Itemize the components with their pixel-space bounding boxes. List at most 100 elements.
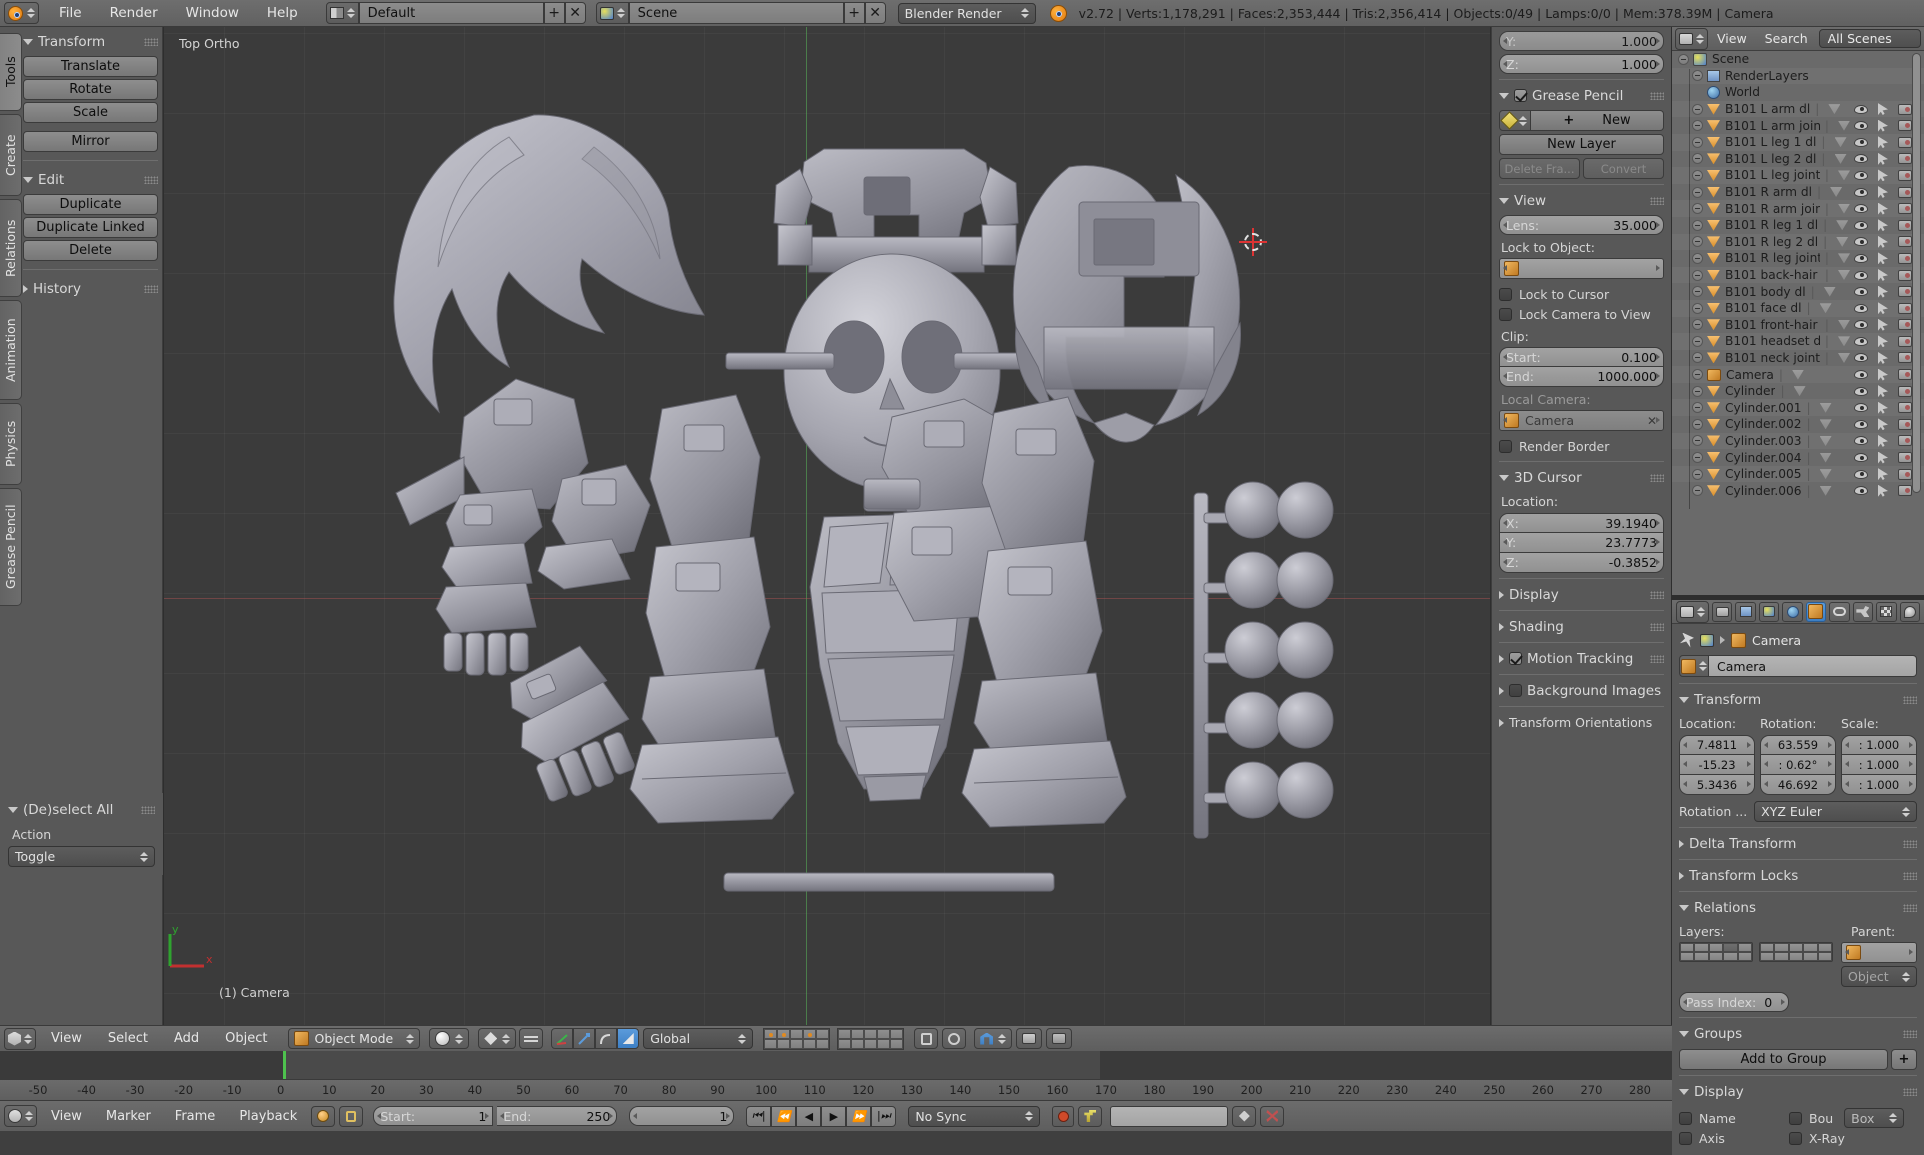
scale-y-field[interactable]: Y: 1.000 [1499, 31, 1664, 51]
outliner-row[interactable]: Cylinder | [1672, 383, 1924, 400]
object-name-value[interactable]: Camera [1709, 655, 1917, 677]
outliner-row[interactable]: B101 neck joint dl | [1672, 350, 1924, 367]
outliner-row[interactable]: B101 R leg 1 dl | [1672, 217, 1924, 234]
mesh-data-icon[interactable] [1838, 120, 1850, 131]
grease-pencil-convert-button[interactable]: Convert [1583, 158, 1664, 179]
scale-z-field[interactable]: Z: 1.000 [1499, 54, 1664, 74]
new-group-button[interactable]: + [1891, 1049, 1917, 1070]
restrict-view-icon[interactable] [1854, 320, 1868, 330]
expand-toggle-icon[interactable] [1678, 53, 1689, 65]
manipulator-button[interactable] [519, 1028, 544, 1049]
restrict-view-icon[interactable] [1854, 137, 1868, 147]
grease-pencil-delete-frame-button[interactable]: Delete Fra... [1499, 158, 1580, 179]
panel-relations-header[interactable]: Relations [1679, 897, 1917, 918]
restrict-select-icon[interactable] [1878, 235, 1888, 248]
panel-background-images-header[interactable]: Background Images [1499, 680, 1664, 701]
restrict-view-icon[interactable] [1854, 370, 1868, 380]
mesh-data-icon[interactable] [1838, 203, 1850, 214]
expand-toggle-icon[interactable] [1692, 153, 1703, 165]
restrict-view-icon[interactable] [1854, 287, 1868, 297]
properties-tab-modifiers[interactable] [1852, 601, 1874, 622]
restrict-render-icon[interactable] [1898, 452, 1912, 464]
restrict-select-icon[interactable] [1878, 152, 1888, 165]
grease-pencil-checkbox[interactable] [1514, 89, 1527, 102]
expand-toggle-icon[interactable] [1692, 219, 1703, 231]
editor-type-info-button[interactable] [4, 2, 39, 24]
display-bounds-row[interactable]: Bou Box [1789, 1108, 1917, 1128]
outliner-row[interactable]: Cylinder.002 | [1672, 416, 1924, 433]
cursor-z-field[interactable]: Z: -0.3852 [1499, 553, 1664, 573]
local-camera-field[interactable]: Camera ✕ [1499, 410, 1664, 431]
tl-menu-frame[interactable]: Frame [165, 1109, 226, 1124]
outliner-menu-search[interactable]: Search [1756, 31, 1817, 46]
location-y-field[interactable]: -15.23 [1679, 755, 1755, 775]
duplicate-button[interactable]: Duplicate [23, 194, 158, 215]
expand-toggle-icon[interactable] [1692, 369, 1703, 381]
panel-grease-pencil-header[interactable]: Grease Pencil [1499, 85, 1664, 106]
layers-grid-right[interactable] [1759, 942, 1833, 962]
location-x-field[interactable]: 7.4811 [1679, 735, 1755, 755]
remove-keyframe-button[interactable] [1260, 1105, 1285, 1127]
mesh-data-icon[interactable] [1834, 153, 1847, 164]
restrict-view-icon[interactable] [1854, 419, 1868, 429]
outliner-row[interactable]: B101 R arm dl | [1672, 184, 1924, 201]
grease-pencil-datablock-button[interactable] [1499, 110, 1531, 131]
mesh-data-icon[interactable] [1838, 336, 1850, 347]
outliner-menu-view[interactable]: View [1708, 31, 1756, 46]
clip-start-field[interactable]: Start: 0.100 [1499, 347, 1664, 367]
frame-end-field[interactable]: End: 250 [497, 1106, 618, 1126]
add-to-group-button[interactable]: Add to Group [1679, 1049, 1888, 1070]
bounds-type-select[interactable]: Box [1844, 1108, 1905, 1128]
snap-toggle-button[interactable] [974, 1028, 1013, 1049]
outliner-row[interactable]: B101 headset dl | [1672, 333, 1924, 350]
scale-y-field[interactable]: : 1.000 [1841, 755, 1917, 775]
scale-z-field[interactable]: : 1.000 [1841, 775, 1917, 795]
jump-to-end-button[interactable]: |⏭ [871, 1105, 897, 1127]
lock-time-button[interactable] [339, 1105, 364, 1127]
mesh-data-icon[interactable] [1838, 352, 1850, 363]
outliner-row[interactable]: Cylinder.004 | [1672, 449, 1924, 466]
restrict-select-icon[interactable] [1878, 302, 1888, 315]
scale-button[interactable]: Scale [23, 102, 158, 123]
expand-toggle-icon[interactable] [1692, 120, 1703, 132]
menu-render[interactable]: Render [96, 2, 172, 24]
current-frame-field[interactable]: 1 [629, 1106, 735, 1126]
expand-toggle-icon[interactable] [1692, 435, 1703, 447]
restrict-view-icon[interactable] [1854, 386, 1868, 396]
restrict-render-icon[interactable] [1898, 335, 1912, 347]
record-button[interactable] [1052, 1105, 1075, 1127]
restrict-select-icon[interactable] [1878, 368, 1888, 381]
restrict-render-icon[interactable] [1898, 485, 1912, 497]
previous-keyframe-button[interactable]: ⏪ [771, 1105, 797, 1127]
tab-physics[interactable]: Physics [0, 403, 22, 485]
mirror-button[interactable]: Mirror [23, 131, 158, 152]
restrict-view-icon[interactable] [1854, 270, 1868, 280]
screen-layout-name[interactable]: Default [358, 2, 544, 24]
tab-animation[interactable]: Animation [0, 300, 22, 400]
restrict-view-icon[interactable] [1854, 403, 1868, 413]
outliner-row[interactable]: Scene [1672, 51, 1924, 68]
restrict-render-icon[interactable] [1898, 252, 1912, 264]
lock-scene-button[interactable] [914, 1028, 939, 1049]
expand-toggle-icon[interactable] [1692, 203, 1703, 215]
vp-menu-add[interactable]: Add [163, 1031, 210, 1046]
restrict-view-icon[interactable] [1854, 121, 1868, 131]
tab-create[interactable]: Create [0, 114, 22, 196]
scene-icon-button[interactable] [595, 2, 629, 24]
restrict-select-icon[interactable] [1878, 103, 1888, 116]
restrict-view-icon[interactable] [1854, 303, 1868, 313]
transform-orientation-select[interactable]: Global [643, 1028, 754, 1049]
outliner-row[interactable]: Cylinder.003 | [1672, 432, 1924, 450]
scene-name[interactable]: Scene [628, 2, 844, 24]
restrict-render-icon[interactable] [1898, 435, 1912, 447]
expand-toggle-icon[interactable] [1692, 468, 1703, 480]
panel-transform-orientations-header[interactable]: Transform Orientations [1499, 712, 1664, 733]
panel-groups-header[interactable]: Groups [1679, 1023, 1917, 1044]
cursor-x-field[interactable]: X: 39.1940 [1499, 513, 1664, 533]
properties-tab-world[interactable] [1782, 601, 1803, 622]
add-screen-layout-button[interactable]: + [543, 2, 565, 24]
layers-grid-left[interactable] [1679, 942, 1753, 962]
jump-to-start-button[interactable]: ⏮| [746, 1105, 772, 1127]
menu-window[interactable]: Window [172, 2, 253, 24]
delete-scene-button[interactable]: ✕ [864, 2, 886, 24]
